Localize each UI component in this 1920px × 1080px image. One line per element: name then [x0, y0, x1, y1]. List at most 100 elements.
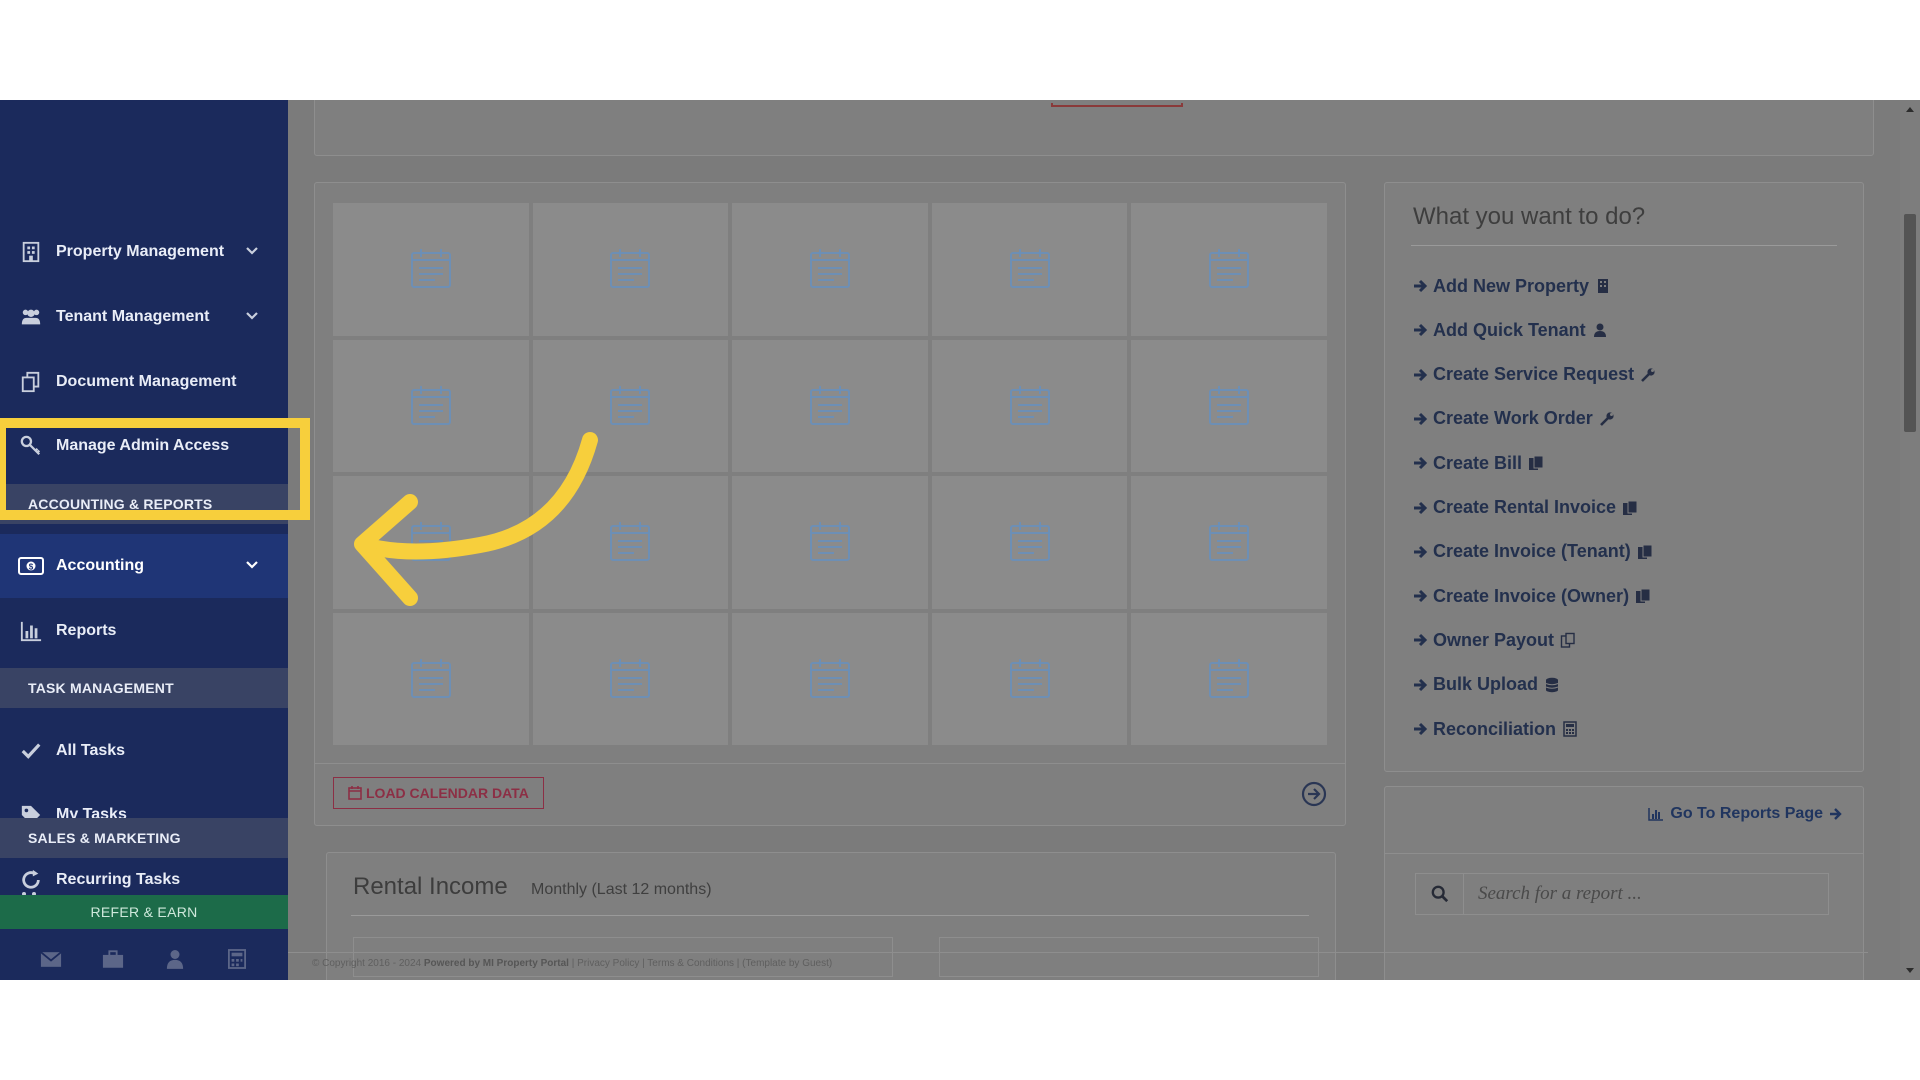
calendar-cell[interactable] — [732, 203, 928, 336]
copy-icon — [1623, 500, 1638, 515]
sidebar-item-label: Accounting — [56, 557, 144, 574]
calendar-cell[interactable] — [931, 339, 1128, 472]
wrench-icon — [1599, 412, 1614, 426]
arrow-right-icon — [1414, 545, 1428, 558]
action-reconciliation[interactable]: Reconciliation — [1413, 716, 1578, 742]
action-owner-payout[interactable]: Owner Payout — [1413, 627, 1576, 653]
calendar-note-icon — [1009, 658, 1050, 698]
search-icon[interactable] — [1416, 874, 1464, 914]
action-label: Bulk Upload — [1433, 674, 1539, 695]
calendar-note-icon — [610, 522, 651, 562]
calendar-cell[interactable] — [931, 203, 1128, 336]
calendar-cell[interactable] — [931, 612, 1128, 745]
action-create-rental-invoice[interactable]: Create Rental Invoice — [1413, 495, 1638, 521]
calendar-note-icon — [809, 522, 850, 562]
calendar-cell[interactable] — [1131, 476, 1327, 609]
arrow-right-icon — [1414, 457, 1428, 470]
svg-text:$: $ — [29, 563, 34, 572]
calendar-note-icon — [809, 385, 850, 425]
action-create-work-order[interactable]: Create Work Order — [1413, 406, 1615, 432]
calendar-cell[interactable] — [732, 476, 928, 609]
calendar-cell[interactable] — [333, 612, 529, 745]
sidebar-item-label: Property Management — [56, 243, 225, 260]
calendar-note-icon — [610, 658, 651, 698]
database-icon — [1545, 677, 1559, 692]
calculator-icon[interactable] — [225, 947, 249, 971]
sidebar-item-label: All Tasks — [56, 742, 126, 759]
template-credit: (Template by Guest) — [742, 958, 833, 969]
scroll-up-icon[interactable] — [1905, 104, 1915, 114]
calendar-cell[interactable] — [532, 203, 729, 336]
chevron-down-icon[interactable] — [244, 307, 260, 323]
arrow-right-icon — [1414, 722, 1428, 736]
copy-icon — [1636, 588, 1651, 604]
tutorial-arrow-icon — [354, 432, 598, 606]
calendar-cell[interactable] — [1131, 612, 1327, 745]
action-label: Create Service Request — [1433, 364, 1635, 385]
sidebar-item-all-tasks[interactable]: All Tasks — [0, 719, 288, 783]
footer: © Copyright 2016 - 2024 Powered by MI Pr… — [312, 958, 832, 969]
summary-panel — [939, 937, 1319, 977]
action-label: Create Invoice (Tenant) — [1433, 541, 1631, 562]
user-icon[interactable] — [163, 947, 187, 971]
mail-icon[interactable] — [39, 947, 63, 971]
sidebar-item-document-management[interactable]: Document Management — [0, 350, 288, 414]
action-create-invoice-owner[interactable]: Create Invoice (Owner) — [1413, 583, 1651, 609]
load-calendar-data-button[interactable]: LOAD CALENDAR DATA — [333, 777, 544, 809]
top-card — [314, 100, 1874, 156]
sidebar-item-property-management[interactable]: Property Management — [0, 220, 288, 284]
action-create-invoice-tenant[interactable]: Create Invoice (Tenant) — [1413, 539, 1653, 565]
sidebar-item-reports[interactable]: Reports — [0, 599, 288, 663]
action-add-new-property[interactable]: Add New Property — [1413, 273, 1611, 299]
calendar-cell[interactable] — [1131, 339, 1327, 472]
divider — [1385, 853, 1863, 854]
briefcase-icon[interactable] — [101, 947, 125, 971]
footer-links[interactable]: | Privacy Policy | Terms & Conditions | — [572, 958, 740, 969]
bar-chart-icon — [1648, 808, 1664, 821]
calendar-cell[interactable] — [732, 339, 928, 472]
calendar-note-icon — [1009, 385, 1050, 425]
load-calendar-label: LOAD CALENDAR DATA — [366, 785, 529, 801]
divider — [1411, 245, 1837, 246]
chevron-down-icon[interactable] — [244, 242, 260, 258]
arrow-right-icon — [1414, 368, 1428, 381]
sidebar-item-tenant-management[interactable]: Tenant Management — [0, 285, 288, 349]
arrow-circle-right-icon[interactable] — [1301, 781, 1327, 807]
check-icon — [18, 738, 44, 764]
arrow-right-icon — [1414, 678, 1428, 691]
action-label: Create Invoice (Owner) — [1433, 585, 1630, 606]
calendar-cell[interactable] — [1131, 203, 1327, 336]
rental-income-title: Rental Income — [353, 873, 508, 900]
calendar-note-icon — [809, 658, 850, 698]
scroll-down-icon[interactable] — [1905, 966, 1915, 976]
powered-by-link[interactable]: Powered by MI Property Portal — [424, 958, 569, 969]
calendar-cell[interactable] — [931, 476, 1128, 609]
arrow-right-icon — [1414, 279, 1428, 293]
calendar-cell[interactable] — [333, 203, 529, 336]
calendar-cell[interactable] — [732, 612, 928, 745]
building-icon — [18, 239, 44, 265]
sidebar-item-accounting[interactable]: $ Accounting — [0, 534, 288, 598]
go-to-reports-link[interactable]: Go To Reports Page — [1648, 805, 1843, 823]
action-create-bill[interactable]: Create Bill — [1413, 450, 1544, 476]
refer-earn-button[interactable]: REFER & EARN — [0, 895, 288, 929]
sidebar-item-label: Tenant Management — [56, 308, 210, 325]
action-add-quick-tenant[interactable]: Add Quick Tenant — [1413, 317, 1608, 343]
user-icon — [1593, 323, 1606, 338]
calendar-note-icon — [809, 249, 850, 289]
reports-card: Go To Reports Page — [1384, 786, 1864, 980]
calendar-note-icon — [1009, 522, 1050, 562]
scrollbar[interactable] — [1900, 100, 1920, 980]
calendar-cell[interactable] — [532, 612, 729, 745]
action-bulk-upload[interactable]: Bulk Upload — [1413, 672, 1560, 698]
action-label: Create Rental Invoice — [1433, 497, 1617, 517]
building-icon — [1598, 279, 1609, 293]
chevron-down-icon[interactable] — [244, 556, 260, 572]
report-search-input[interactable] — [1464, 874, 1828, 914]
calendar-note-icon — [610, 385, 651, 425]
sidebar-item-label: Reports — [56, 622, 117, 639]
scrollbar-thumb[interactable] — [1904, 214, 1916, 432]
calendar-note-icon — [1009, 249, 1050, 289]
calendar-note-icon — [610, 249, 651, 289]
action-create-service-request[interactable]: Create Service Request — [1413, 362, 1656, 388]
